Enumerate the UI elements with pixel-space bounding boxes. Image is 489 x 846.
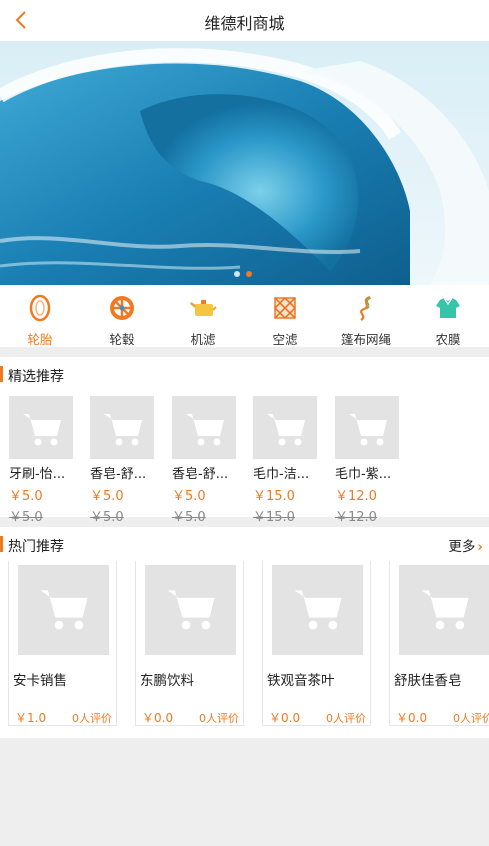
product-price: ￥12.0 (335, 489, 377, 504)
cart-icon (104, 414, 142, 446)
review-count: 0人评价 (326, 712, 366, 725)
cart-icon (186, 414, 224, 446)
featured-item[interactable]: 香皂-舒... ￥5.0 ￥5.0 (90, 396, 154, 525)
section-accent-bar (0, 536, 3, 552)
cart-icon (294, 590, 342, 630)
product-placeholder (90, 396, 154, 459)
featured-item[interactable]: 毛巾-紫... ￥12.0 ￥12.0 (335, 396, 399, 525)
product-name: 香皂-舒... (172, 467, 229, 482)
hot-title: 热门推荐 (8, 539, 64, 555)
ocean-wave-image (0, 41, 489, 285)
product-price: ￥5.0 (90, 489, 124, 504)
featured-section: 精选推荐 牙刷-怡... ￥5.0 ￥5.0 香皂-舒... ￥5.0 ￥5.0… (0, 357, 489, 525)
featured-header: 精选推荐 (0, 357, 489, 391)
cart-icon (40, 590, 88, 630)
film-icon (436, 297, 460, 318)
category-air-filter[interactable]: 空滤 (245, 285, 325, 347)
carousel-dot[interactable] (234, 271, 240, 277)
product-original-price: ￥5.0 (9, 510, 43, 525)
product-placeholder (335, 396, 399, 459)
category-oil-filter[interactable]: 机滤 (163, 285, 243, 347)
featured-item[interactable]: 香皂-舒... ￥5.0 ￥5.0 (172, 396, 236, 525)
carousel-dots (234, 271, 252, 277)
section-accent-bar (0, 366, 3, 382)
hot-item[interactable]: 东鹏饮料 ￥0.0 0人评价 (135, 561, 244, 726)
category-wheel-hub[interactable]: 轮毂 (82, 285, 162, 347)
product-name: 安卡销售 (13, 673, 67, 689)
oil-filter-icon (190, 300, 217, 316)
product-price: ￥0.0 (269, 711, 301, 725)
product-name: 东鹏饮料 (140, 673, 194, 689)
category-tire[interactable]: 轮胎 (0, 285, 80, 347)
cart-icon (349, 414, 387, 446)
hot-section: 热门推荐 更多 › 安卡销售 ￥1.0 0人评价 东鹏饮料 ￥0.0 0人评价 铁… (0, 527, 489, 738)
hot-item[interactable]: 安卡销售 ￥1.0 0人评价 (8, 561, 117, 726)
more-link[interactable]: 更多 › (448, 535, 483, 555)
cart-icon (167, 590, 215, 630)
product-name: 铁观音茶叶 (267, 673, 335, 689)
cart-icon (23, 414, 61, 446)
page-title: 维德利商城 (204, 14, 285, 33)
product-price: ￥5.0 (9, 489, 43, 504)
product-placeholder (272, 565, 363, 655)
product-placeholder (399, 565, 489, 655)
product-price: ￥15.0 (253, 489, 295, 504)
cart-icon (267, 414, 305, 446)
more-label: 更多 (448, 539, 476, 555)
category-rope[interactable]: 篷布网绳 (326, 285, 406, 347)
tire-icon (29, 294, 51, 322)
category-label: 轮胎 (27, 332, 53, 347)
cart-icon (421, 590, 469, 630)
featured-title: 精选推荐 (8, 369, 64, 385)
banner-carousel[interactable] (0, 41, 489, 285)
product-original-price: ￥5.0 (172, 510, 206, 525)
wheel-hub-icon (110, 296, 134, 320)
product-price: ￥1.0 (15, 711, 47, 725)
product-original-price: ￥15.0 (253, 510, 295, 525)
product-price: ￥5.0 (172, 489, 206, 504)
category-nav: 轮胎 轮毂 机滤 空滤 篷布网绳 农膜 (0, 285, 489, 347)
product-price: ￥0.0 (142, 711, 174, 725)
product-original-price: ￥12.0 (335, 510, 377, 525)
product-placeholder (253, 396, 317, 459)
category-label: 篷布网绳 (340, 332, 391, 347)
product-original-price: ￥5.0 (90, 510, 124, 525)
product-placeholder (172, 396, 236, 459)
review-count: 0人评价 (453, 712, 489, 725)
category-label: 空滤 (272, 332, 298, 347)
hot-item[interactable]: 铁观音茶叶 ￥0.0 0人评价 (262, 561, 371, 726)
chevron-right-icon: › (477, 539, 483, 555)
product-placeholder (18, 565, 109, 655)
review-count: 0人评价 (72, 712, 112, 725)
rope-icon (360, 295, 372, 321)
featured-item[interactable]: 牙刷-怡... ￥5.0 ￥5.0 (9, 396, 73, 525)
product-placeholder (145, 565, 236, 655)
featured-item[interactable]: 毛巾-洁... ￥15.0 ￥15.0 (253, 396, 317, 525)
review-count: 0人评价 (199, 712, 239, 725)
product-price: ￥0.0 (396, 711, 428, 725)
carousel-dot-active[interactable] (246, 271, 252, 277)
product-name: 牙刷-怡... (9, 467, 66, 482)
hot-item[interactable]: 舒肤佳香皂 ￥0.0 0人评价 (389, 561, 489, 726)
hot-header: 热门推荐 更多 › (0, 527, 489, 561)
category-label: 农膜 (435, 332, 461, 347)
top-bar: 维德利商城 (0, 0, 489, 41)
product-name: 香皂-舒... (90, 467, 147, 482)
product-name: 舒肤佳香皂 (394, 673, 462, 689)
product-placeholder (9, 396, 73, 459)
category-label: 轮毂 (109, 332, 135, 347)
category-label: 机滤 (190, 332, 216, 347)
category-film[interactable]: 农膜 (408, 285, 488, 347)
air-filter-icon (274, 297, 296, 319)
product-name: 毛巾-紫... (335, 467, 392, 482)
product-name: 毛巾-洁... (253, 467, 310, 482)
